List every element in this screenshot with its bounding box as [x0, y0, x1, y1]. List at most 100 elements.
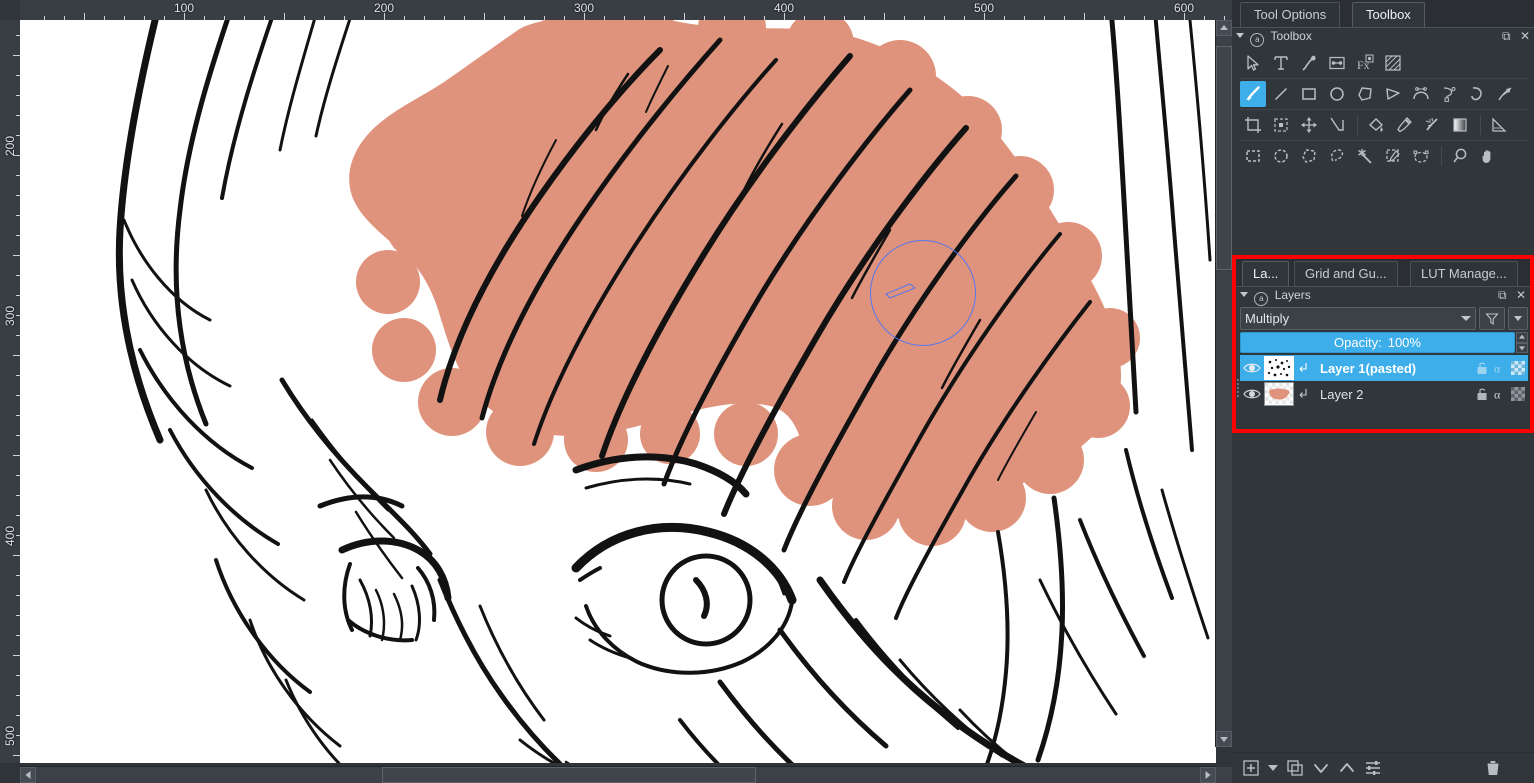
ellipse-tool[interactable]: [1324, 81, 1350, 107]
move-layer-up-button[interactable]: [1336, 757, 1358, 779]
horizontal-scroll-handle[interactable]: [382, 767, 756, 783]
layer-name[interactable]: Layer 1(pasted): [1312, 361, 1474, 376]
pattern-tool[interactable]: [1380, 50, 1406, 76]
layer-onion-toggle[interactable]: [1510, 359, 1526, 377]
move-tool[interactable]: [1296, 112, 1322, 138]
smart-patch-tool[interactable]: [1419, 112, 1445, 138]
add-layer-menu-button[interactable]: [1266, 757, 1280, 779]
vertical-scroll-handle[interactable]: [1216, 46, 1232, 270]
rectangle-tool[interactable]: [1296, 81, 1322, 107]
chevron-down-icon: [1314, 764, 1328, 773]
polygon-tool[interactable]: [1352, 81, 1378, 107]
fill-tool[interactable]: [1363, 112, 1389, 138]
text-tool[interactable]: [1268, 50, 1294, 76]
opacity-slider[interactable]: Opacity: 100%: [1240, 332, 1515, 353]
crop-tool[interactable]: [1240, 112, 1266, 138]
layer-thumbnail[interactable]: [1264, 382, 1294, 406]
scroll-left-button[interactable]: [20, 767, 36, 783]
tab-tool-options[interactable]: Tool Options: [1240, 2, 1341, 27]
canvas-vertical-scrollbar[interactable]: [1215, 20, 1232, 747]
tab-grid-and-guides[interactable]: Grid and Gu...: [1294, 261, 1398, 286]
blend-mode-select[interactable]: Multiply: [1240, 307, 1476, 330]
freehand-select-tool[interactable]: [1324, 143, 1350, 169]
inherit-alpha-toggle[interactable]: [1294, 361, 1312, 375]
elliptical-select-tool[interactable]: [1268, 143, 1294, 169]
layer-lock-toggle[interactable]: [1474, 385, 1490, 403]
layer-alpha-toggle[interactable]: α: [1492, 359, 1508, 377]
layer-visibility-toggle[interactable]: [1240, 361, 1264, 375]
scroll-up-button[interactable]: [1216, 20, 1232, 36]
layers-title: Layers: [1274, 288, 1311, 302]
move-layer-down-button[interactable]: [1310, 757, 1332, 779]
similar-color-select-tool[interactable]: [1380, 143, 1406, 169]
polygonal-select-tool[interactable]: [1296, 143, 1322, 169]
triangle-down-icon[interactable]: [1236, 33, 1244, 38]
close-icon[interactable]: ✕: [1516, 288, 1526, 302]
ruler-label: 200: [3, 135, 17, 157]
tab-lut-manager[interactable]: LUT Manage...: [1410, 261, 1518, 286]
color-picker-tool[interactable]: [1391, 112, 1417, 138]
layer-visibility-toggle[interactable]: [1240, 387, 1264, 401]
shape-select-tool[interactable]: [1240, 50, 1266, 76]
layer-filter-button[interactable]: [1479, 307, 1505, 330]
gradient-tool[interactable]: [1447, 112, 1473, 138]
undock-icon[interactable]: ⧉: [1502, 29, 1511, 43]
ruler-tick: [13, 55, 20, 56]
layer-properties-button[interactable]: [1362, 757, 1384, 779]
tab-toolbox[interactable]: Toolbox: [1352, 2, 1425, 27]
duplicate-layer-button[interactable]: [1284, 757, 1306, 779]
canvas-image[interactable]: [20, 20, 1216, 763]
layer-lock-toggle[interactable]: [1474, 359, 1490, 377]
tab-layers[interactable]: La...: [1242, 261, 1290, 286]
freehand-path-tool[interactable]: [1436, 81, 1462, 107]
triangle-down-icon[interactable]: [1240, 292, 1248, 297]
zoom-tool[interactable]: [1447, 143, 1473, 169]
opacity-spinner[interactable]: [1516, 332, 1528, 353]
horizontal-ruler[interactable]: 100 200 300 400 500 600: [20, 0, 1232, 21]
edit-shapes-tool[interactable]: [1324, 50, 1350, 76]
multibrush-tool[interactable]: [1492, 81, 1518, 107]
vertical-ruler[interactable]: 200 300 400 500: [0, 20, 21, 763]
plus-square-icon: [1243, 760, 1259, 776]
chevron-right-icon: [1205, 771, 1211, 779]
layer-row-2[interactable]: Layer 2 α: [1240, 381, 1528, 407]
undock-icon[interactable]: ⧉: [1498, 288, 1507, 302]
assistant-tool[interactable]: [1486, 112, 1512, 138]
measure-tool[interactable]: [1324, 112, 1350, 138]
chevron-up-icon: [1340, 763, 1354, 772]
fx-tool[interactable]: Fx: [1352, 50, 1378, 76]
inherit-alpha-icon: [1299, 389, 1307, 398]
canvas-horizontal-scrollbar[interactable]: [20, 766, 1216, 783]
opacity-spin-up[interactable]: [1516, 332, 1528, 343]
contiguous-select-tool[interactable]: [1352, 143, 1378, 169]
layer-alpha-toggle[interactable]: α: [1492, 385, 1508, 403]
layer-name[interactable]: Layer 2: [1312, 387, 1474, 402]
close-icon[interactable]: ✕: [1520, 29, 1530, 43]
line-tool[interactable]: [1268, 81, 1294, 107]
toolbox-row-3: [1240, 109, 1528, 140]
rectangular-select-tool[interactable]: [1240, 143, 1266, 169]
pan-tool[interactable]: [1475, 143, 1501, 169]
polyline-tool[interactable]: [1380, 81, 1406, 107]
scroll-down-button[interactable]: [1216, 731, 1232, 747]
opacity-spin-down[interactable]: [1516, 342, 1528, 353]
bezier-curve-tool[interactable]: [1408, 81, 1434, 107]
ruler-tick: [484, 13, 485, 20]
layer-filter-menu-button[interactable]: [1508, 307, 1528, 330]
bezier-select-tool[interactable]: [1408, 143, 1434, 169]
calligraphy-tool[interactable]: [1296, 50, 1322, 76]
layer-property-icons: α: [1474, 385, 1528, 403]
inherit-alpha-toggle[interactable]: [1294, 387, 1312, 401]
transform-tool[interactable]: [1268, 112, 1294, 138]
layer-onion-toggle[interactable]: [1510, 385, 1526, 403]
dynamic-brush-tool[interactable]: [1464, 81, 1490, 107]
docker-drag-grip[interactable]: [1237, 377, 1242, 397]
freehand-brush-tool[interactable]: [1240, 81, 1266, 107]
layer-thumbnail[interactable]: [1264, 356, 1294, 380]
add-layer-button[interactable]: [1240, 757, 1262, 779]
scroll-right-button[interactable]: [1200, 767, 1216, 783]
canvas-viewport[interactable]: [20, 20, 1216, 763]
delete-layer-button[interactable]: [1482, 757, 1504, 779]
layer-row-1[interactable]: Layer 1(pasted) α: [1240, 355, 1528, 381]
chevron-down-icon: [1519, 346, 1525, 351]
